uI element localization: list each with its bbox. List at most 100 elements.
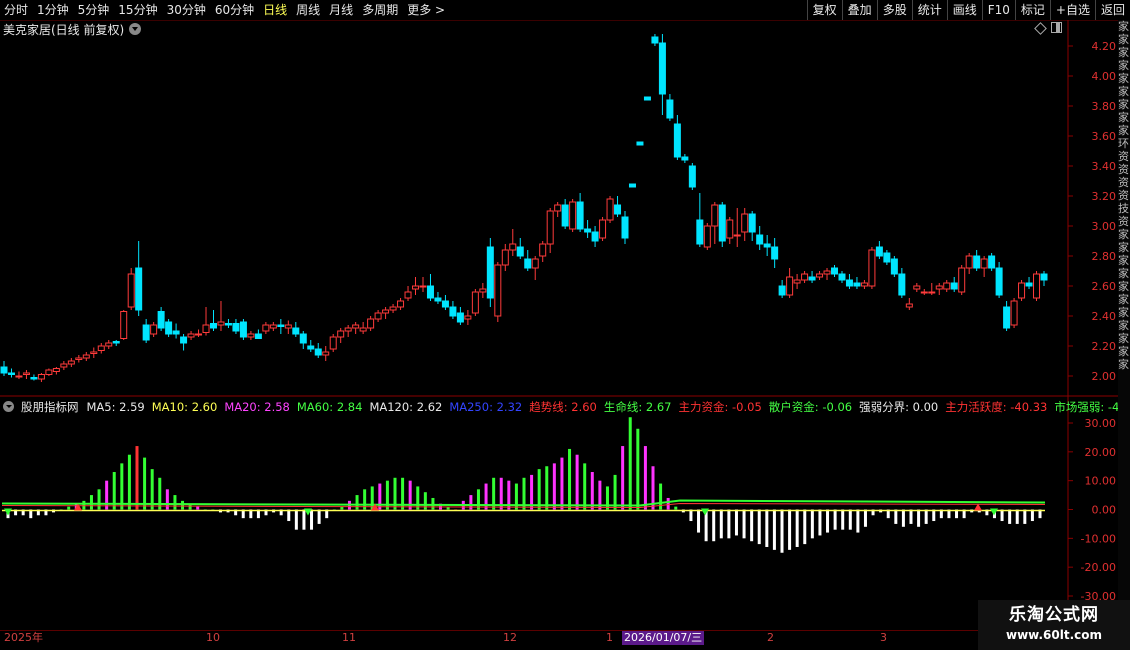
chart-canvas[interactable]: 4.20 4.00 3.80 3.60 3.40 3.20 3.00 2.80 2.60 2.40… [0, 0, 1130, 650]
date-tick-label: 12 [503, 631, 517, 644]
candle-body [344, 327, 352, 332]
price-tick-label: 3.00 [1092, 220, 1117, 233]
candle-body [412, 285, 420, 290]
indicator-bar [302, 509, 306, 530]
indicator-item: 主力资金: -0.05 [679, 399, 762, 415]
indicator-dropdown-icon[interactable] [3, 401, 14, 412]
candle-body [808, 276, 816, 281]
candle-body [801, 273, 809, 281]
indicator-bar [772, 509, 776, 550]
candle-body [539, 243, 547, 257]
candle-body [973, 255, 981, 269]
candle-body [935, 285, 943, 290]
indicator-bar [120, 463, 124, 510]
indicator-item-label: MA20: [224, 399, 265, 414]
indicator-bar [97, 489, 101, 510]
candle-body [688, 165, 696, 188]
candle-body [883, 252, 891, 263]
candle-body [778, 285, 786, 296]
indicator-tick-label: 20.00 [1085, 446, 1117, 459]
indicator-bar [750, 509, 754, 542]
indicator-item-value: 2.32 [496, 399, 523, 414]
candle-body [928, 291, 936, 294]
candle-body [546, 210, 554, 245]
candle-body [905, 303, 913, 308]
indicator-legend: 股朋指标网 MA5: 2.59 MA10: 2.60 MA20: 2.58 MA60:… [3, 399, 1130, 414]
indicator-bar [780, 509, 784, 553]
candle-body [875, 246, 883, 257]
indicator-item: MA120: 2.62 [369, 400, 442, 414]
indicator-bar [310, 509, 314, 530]
candle-body [142, 324, 150, 341]
indicator-bar [856, 509, 860, 533]
indicator-bar [89, 495, 93, 510]
candle-body [718, 204, 726, 242]
indicator-bar [294, 509, 298, 530]
indicator-bar [135, 446, 139, 510]
candle-body [172, 330, 180, 335]
indicator-bar [1015, 509, 1019, 524]
candle-body [135, 267, 143, 311]
indicator-bar [826, 509, 830, 533]
candle-body [509, 243, 517, 251]
indicator-item: MA60: 2.84 [297, 400, 363, 414]
indicator-bar [552, 463, 556, 510]
indicator-tick-label: -10.00 [1081, 532, 1116, 545]
price-tick-label: 2.80 [1092, 250, 1117, 263]
indicator-bar [621, 446, 625, 510]
candle-body [45, 369, 53, 375]
indicator-bar [674, 506, 678, 510]
candle-body [516, 246, 524, 257]
indicator-bar [583, 463, 587, 510]
indicator-item-label: 散户资金: [768, 399, 823, 414]
candle-body [22, 372, 30, 375]
candle-body [831, 267, 839, 275]
indicator-bar [734, 509, 738, 536]
indicator-bar [863, 509, 867, 527]
candle-body [868, 249, 876, 287]
price-tick-label: 4.00 [1092, 70, 1117, 83]
indicator-item-label: MA5: [86, 399, 120, 414]
indicator-item: 散户资金: -0.06 [769, 399, 852, 415]
indicator-bar [476, 489, 480, 510]
price-tick-label: 3.40 [1092, 160, 1117, 173]
indicator-item-value: -40.33 [1010, 399, 1048, 414]
candle-body [1025, 282, 1033, 287]
candle-body [501, 249, 509, 266]
indicator-bar [196, 506, 200, 510]
date-tick-label: 11 [342, 631, 356, 644]
indicator-name[interactable]: 股朋指标网 [21, 399, 79, 415]
candle-body [7, 372, 15, 375]
right-info-strip[interactable]: 家家家家家家家家家环资资资资技资家家家家家家家家家家家 [1118, 20, 1130, 630]
candle-body [120, 311, 128, 339]
indicator-bar [431, 497, 435, 510]
indicator-bar [757, 509, 761, 545]
candle-body [673, 123, 681, 158]
candle-body [284, 324, 292, 329]
candle-body [352, 324, 360, 329]
indicator-item-value: 2.60 [571, 399, 597, 414]
indicator-item-label: MA60: [296, 399, 337, 414]
indicator-bar [742, 509, 746, 539]
indicator-item: 生命线: 2.67 [604, 399, 672, 415]
candle-body [621, 216, 629, 239]
indicator-tick-label: -20.00 [1081, 561, 1116, 574]
candle-body [569, 201, 577, 230]
candle-body [322, 351, 330, 356]
candle-body [314, 348, 322, 356]
candle-body [75, 357, 83, 360]
candle-body [636, 141, 644, 146]
price-tick-label: 2.40 [1092, 310, 1117, 323]
indicator-bar [636, 428, 640, 510]
candle-body [471, 291, 479, 314]
indicator-item-value: 2.58 [264, 399, 290, 414]
candle-body [995, 267, 1003, 296]
indicator-bar [803, 509, 807, 545]
date-cursor-label: 2026/01/07/三 [622, 631, 705, 645]
date-tick-label: 10 [206, 631, 220, 644]
indicator-item-value: -0.06 [822, 399, 853, 414]
indicator-item-label: 生命线: [603, 399, 646, 414]
date-tick-label: 2 [767, 631, 774, 644]
candle-body [845, 279, 853, 287]
indicator-item-value: -0.05 [732, 399, 762, 414]
